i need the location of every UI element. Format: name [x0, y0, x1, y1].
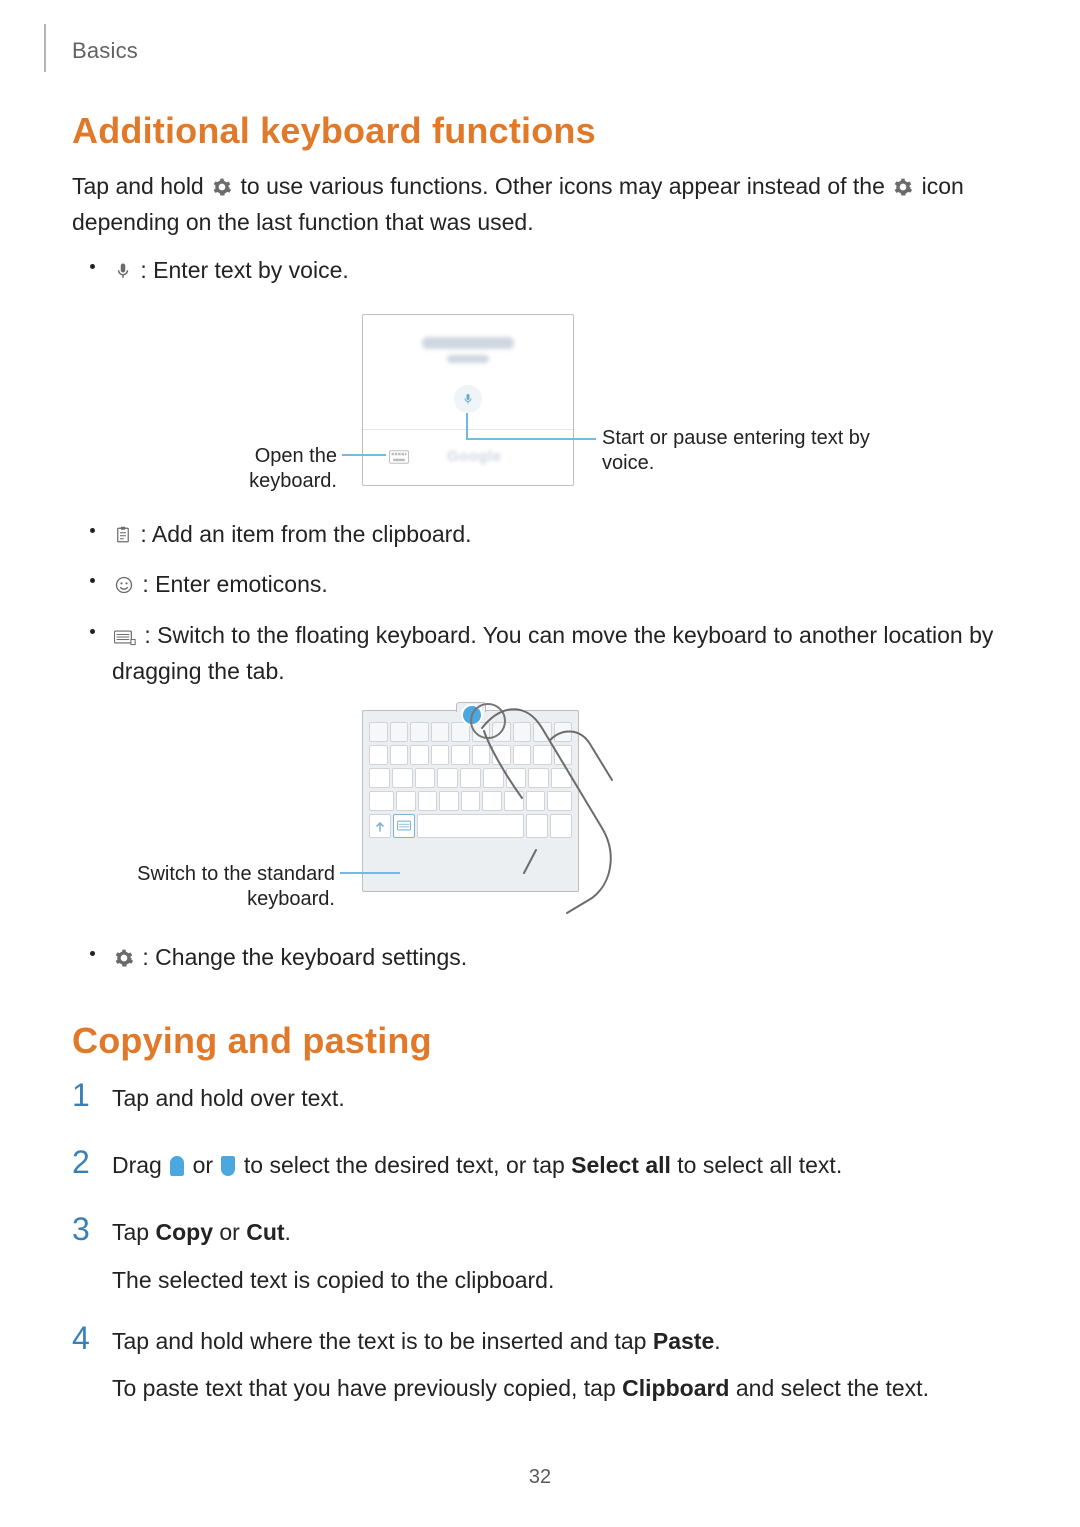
bullet-clipboard-text: : Add an item from the clipboard.	[134, 521, 472, 547]
step-number: 1	[72, 1077, 90, 1114]
illustration-floating-keyboard: Switch to the standard keyboard.	[72, 710, 1008, 925]
bullet-dot	[90, 629, 95, 634]
text: Tap and hold where the text is to be ins…	[112, 1328, 653, 1354]
gear-icon	[114, 944, 134, 977]
bullet-emoticons-text: : Enter emoticons.	[136, 571, 328, 597]
step-1-text: Tap and hold over text.	[112, 1082, 1008, 1115]
text: to select the desired text, or tap	[244, 1152, 571, 1178]
placeholder-text-blur	[447, 355, 489, 363]
step-4-sub: To paste text that you have previously c…	[112, 1372, 1008, 1405]
bullet-dot	[90, 528, 95, 533]
hand-illustration-icon	[462, 698, 642, 918]
voice-brand-placeholder: Google	[447, 448, 502, 465]
header-rule	[44, 24, 46, 72]
copy-label: Copy	[155, 1219, 213, 1245]
key-symbol	[369, 814, 391, 838]
voice-panel-top	[363, 315, 573, 430]
step-number: 3	[72, 1211, 90, 1248]
key-switch-std-keyboard	[393, 814, 415, 838]
bullet-list-2: : Add an item from the clipboard. : Ente…	[72, 514, 1008, 692]
bullet-voice-text: : Enter text by voice.	[134, 257, 349, 283]
paste-label: Paste	[653, 1328, 714, 1354]
section-label: Basics	[72, 38, 138, 64]
heading-additional-keyboard-functions: Additional keyboard functions	[72, 110, 1008, 152]
bullet-floating-text: : Switch to the floating keyboard. You c…	[112, 622, 993, 684]
selection-handle-right-icon	[221, 1156, 235, 1176]
cut-label: Cut	[246, 1219, 284, 1245]
bullet-list-3: : Change the keyboard settings.	[72, 937, 1008, 981]
step-3-text: Tap Copy or Cut.	[112, 1216, 1008, 1249]
bullet-settings-text: : Change the keyboard settings.	[136, 944, 467, 970]
text: or	[213, 1219, 246, 1245]
callout-connector	[342, 454, 386, 456]
microphone-icon	[114, 257, 132, 290]
illustration-voice-input: Google Open the keyboard. Start or pause…	[72, 314, 1008, 504]
callout-connector	[340, 872, 400, 874]
step-2: 2 Drag or to select the desired text, or…	[72, 1149, 1008, 1216]
text: to select all text.	[677, 1152, 842, 1178]
gear-icon	[212, 173, 232, 206]
bullet-dot	[90, 951, 95, 956]
bullet-settings: : Change the keyboard settings.	[72, 937, 1008, 981]
step-4-text: Tap and hold where the text is to be ins…	[112, 1325, 1008, 1358]
intro-text-b: to use various functions. Other icons ma…	[241, 173, 892, 199]
keyboard-small-icon	[389, 450, 409, 469]
bullet-floating-keyboard: : Switch to the floating keyboard. You c…	[72, 615, 1008, 693]
floating-keyboard-icon	[114, 622, 136, 655]
step-number: 2	[72, 1144, 90, 1181]
heading-copying-and-pasting: Copying and pasting	[72, 1020, 1008, 1062]
bullet-emoticons: : Enter emoticons.	[72, 564, 1008, 608]
bullet-list-1: : Enter text by voice.	[72, 250, 1008, 294]
bullet-dot	[90, 264, 95, 269]
select-all-label: Select all	[571, 1152, 671, 1178]
text: and select the text.	[730, 1375, 929, 1401]
text: Drag	[112, 1152, 168, 1178]
bullet-clipboard: : Add an item from the clipboard.	[72, 514, 1008, 558]
step-1: 1 Tap and hold over text.	[72, 1082, 1008, 1149]
text: or	[193, 1152, 220, 1178]
content: Additional keyboard functions Tap and ho…	[72, 110, 1008, 1434]
text: To paste text that you have previously c…	[112, 1375, 622, 1401]
step-2-text: Drag or to select the desired text, or t…	[112, 1149, 1008, 1182]
callout-open-keyboard: Open the keyboard.	[182, 444, 337, 494]
page: Basics Additional keyboard functions Tap…	[0, 0, 1080, 1527]
callout-connector	[466, 438, 596, 440]
step-3-sub: The selected text is copied to the clipb…	[112, 1264, 1008, 1297]
text: .	[714, 1328, 720, 1354]
callout-switch-standard: Switch to the standard keyboard.	[80, 862, 335, 912]
placeholder-text-blur	[422, 337, 514, 349]
step-4: 4 Tap and hold where the text is to be i…	[72, 1325, 1008, 1434]
mic-button-icon	[454, 385, 482, 413]
text: Tap	[112, 1219, 155, 1245]
text: .	[285, 1219, 291, 1245]
step-3: 3 Tap Copy or Cut. The selected text is …	[72, 1216, 1008, 1325]
bullet-dot	[90, 578, 95, 583]
steps-list: 1 Tap and hold over text. 2 Drag or to s…	[72, 1082, 1008, 1434]
intro-text-a: Tap and hold	[72, 173, 210, 199]
gear-icon	[893, 173, 913, 206]
page-number: 32	[0, 1466, 1080, 1489]
clipboard-label: Clipboard	[622, 1375, 729, 1401]
callout-connector	[466, 413, 468, 439]
bullet-voice: : Enter text by voice.	[72, 250, 1008, 294]
intro-paragraph: Tap and hold to use various functions. O…	[72, 170, 1008, 240]
voice-panel: Google	[362, 314, 574, 486]
smiley-icon	[114, 571, 134, 604]
selection-handle-left-icon	[170, 1156, 184, 1176]
clipboard-icon	[114, 521, 132, 554]
step-number: 4	[72, 1320, 90, 1357]
callout-start-voice: Start or pause entering text by voice.	[602, 426, 902, 476]
